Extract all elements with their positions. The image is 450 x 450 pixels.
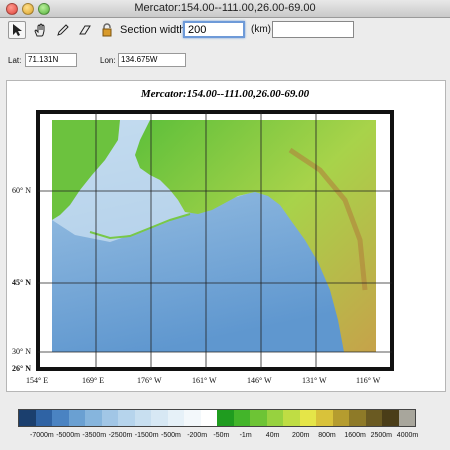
colorbar-segment [217,410,234,426]
colorbar-segment [184,410,201,426]
colorbar-label: -7000m [30,432,54,439]
lon-label-176w: 176° W [137,376,162,385]
colorbar-label: 40m [265,432,280,439]
colorbar-segment [101,410,118,426]
lat-label-26: 26° N [12,364,31,373]
colorbar-label: 4000m [396,432,419,439]
colorbar-segment [382,410,399,426]
colorbar-segment [52,410,69,426]
colorbar-segment [266,410,283,426]
colorbar-segment [365,410,382,426]
colorbar-segment [332,410,349,426]
map-graphic[interactable] [0,0,450,450]
lon-label-131w: 131° W [302,376,327,385]
colorbar-segment [250,410,267,426]
colorbar-segment [349,410,366,426]
colorbar-label: -2500m [108,432,133,439]
colorbar-segment [233,410,250,426]
colorbar-label: -50m [213,432,230,439]
app-window: Mercator:154.00--111.00,26.00-69.00 Sect… [0,0,450,450]
lat-label-60: 60° N [12,186,31,195]
colorbar-label: 1600m [344,432,366,439]
colorbar-segment [68,410,85,426]
colorbar-label: -5000m [56,432,80,439]
lat-label-30: 30° N [12,347,31,356]
colorbar-label: -1m [239,432,252,439]
colorbar-segment [151,410,168,426]
colorbar-segment [19,410,36,426]
colorbar-label: -3500m [82,432,107,439]
colorbar-segment [134,410,151,426]
elevation-colorbar [18,409,416,427]
colorbar-label: 2500m [370,432,392,439]
colorbar-segment [167,410,184,426]
lat-label-45: 45° N [12,278,31,287]
lon-label-146w: 146° W [247,376,272,385]
lon-label-169e: 169° E [82,376,105,385]
colorbar-segment [283,410,300,426]
colorbar-segment [398,410,415,426]
colorbar-segment [316,410,333,426]
colorbar-segment [200,410,217,426]
colorbar-label: -500m [161,432,181,439]
colorbar-segment [35,410,52,426]
lon-label-116w: 116° W [356,376,381,385]
lon-label-154e: 154° E [26,376,49,385]
colorbar-label: -200m [187,432,208,439]
lon-label-161w: 161° W [192,376,217,385]
colorbar-segment [85,410,102,426]
colorbar-label: 200m [292,432,310,439]
colorbar-labels: -7000m -5000m -3500m -2500m -1500m -500m -200m… [18,432,428,444]
colorbar-segment [118,410,135,426]
colorbar-label: -1500m [134,432,159,439]
colorbar-label: 800m [318,432,336,439]
colorbar-segment [299,410,316,426]
